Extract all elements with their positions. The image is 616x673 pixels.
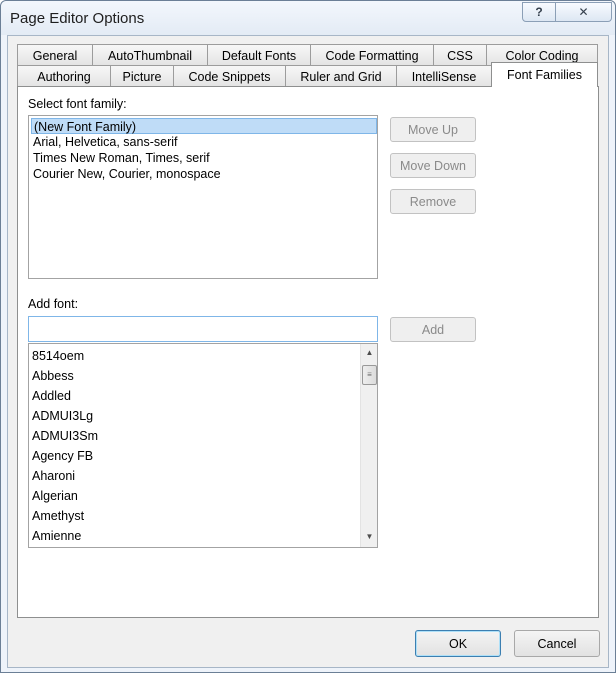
list-item[interactable]: Addled: [32, 386, 71, 406]
font-families-panel: Select font family: (New Font Family) Ar…: [17, 86, 599, 618]
tab-intellisense[interactable]: IntelliSense: [396, 65, 492, 87]
tab-autothumbnail[interactable]: AutoThumbnail: [92, 44, 208, 66]
title-bar: Page Editor Options ? ✕: [1, 1, 615, 35]
add-button[interactable]: Add: [390, 317, 476, 342]
font-family-listbox[interactable]: (New Font Family) Arial, Helvetica, sans…: [28, 115, 378, 279]
font-list-scrollbar[interactable]: ▲ ≡ ▼: [360, 344, 377, 547]
move-down-button[interactable]: Move Down: [390, 153, 476, 178]
list-item[interactable]: ADMUI3Sm: [32, 426, 98, 446]
help-icon: ?: [535, 5, 543, 19]
chevron-up-icon: ▲: [365, 348, 374, 357]
close-icon: ✕: [578, 5, 589, 19]
move-up-button[interactable]: Move Up: [390, 117, 476, 142]
list-item[interactable]: Arial, Helvetica, sans-serif: [31, 134, 178, 150]
add-font-label: Add font:: [28, 297, 79, 311]
tab-font-families[interactable]: Font Families: [491, 62, 598, 87]
list-item[interactable]: Algerian: [32, 486, 78, 506]
list-item[interactable]: 8514oem: [32, 346, 84, 366]
cancel-button[interactable]: Cancel: [514, 630, 600, 657]
tab-authoring[interactable]: Authoring: [17, 65, 111, 87]
list-item[interactable]: Agency FB: [32, 446, 93, 466]
select-font-family-label: Select font family:: [28, 97, 127, 111]
list-item[interactable]: Times New Roman, Times, serif: [31, 150, 210, 166]
list-item[interactable]: ADMUI3Lg: [32, 406, 93, 426]
tab-css[interactable]: CSS: [433, 44, 487, 66]
close-button[interactable]: ✕: [556, 2, 612, 22]
list-item[interactable]: Courier New, Courier, monospace: [31, 166, 221, 182]
tab-code-snippets[interactable]: Code Snippets: [173, 65, 286, 87]
add-font-input[interactable]: [28, 316, 378, 342]
ok-button[interactable]: OK: [415, 630, 501, 657]
tab-default-fonts[interactable]: Default Fonts: [207, 44, 311, 66]
list-item[interactable]: Abbess: [32, 366, 74, 386]
scroll-down-button[interactable]: ▼: [361, 528, 377, 545]
tab-code-formatting[interactable]: Code Formatting: [310, 44, 434, 66]
list-item[interactable]: Aharoni: [32, 466, 75, 486]
list-item[interactable]: Amethyst: [32, 506, 84, 526]
tab-general[interactable]: General: [17, 44, 93, 66]
scroll-up-button[interactable]: ▲: [361, 344, 377, 361]
help-button[interactable]: ?: [522, 2, 556, 22]
remove-button[interactable]: Remove: [390, 189, 476, 214]
font-listbox[interactable]: 8514oem Abbess Addled ADMUI3Lg ADMUI3Sm …: [28, 343, 378, 548]
chevron-down-icon: ▼: [365, 532, 374, 541]
caption-buttons: ? ✕: [522, 2, 612, 22]
dialog-window: Page Editor Options ? ✕ General AutoThum…: [0, 0, 616, 673]
list-item[interactable]: Amienne: [32, 526, 81, 546]
window-title: Page Editor Options: [10, 10, 145, 27]
tab-picture[interactable]: Picture: [110, 65, 174, 87]
list-item[interactable]: (New Font Family): [31, 118, 377, 134]
tab-ruler-and-grid[interactable]: Ruler and Grid: [285, 65, 397, 87]
grip-icon: ≡: [367, 370, 372, 379]
scroll-thumb[interactable]: ≡: [362, 365, 377, 385]
